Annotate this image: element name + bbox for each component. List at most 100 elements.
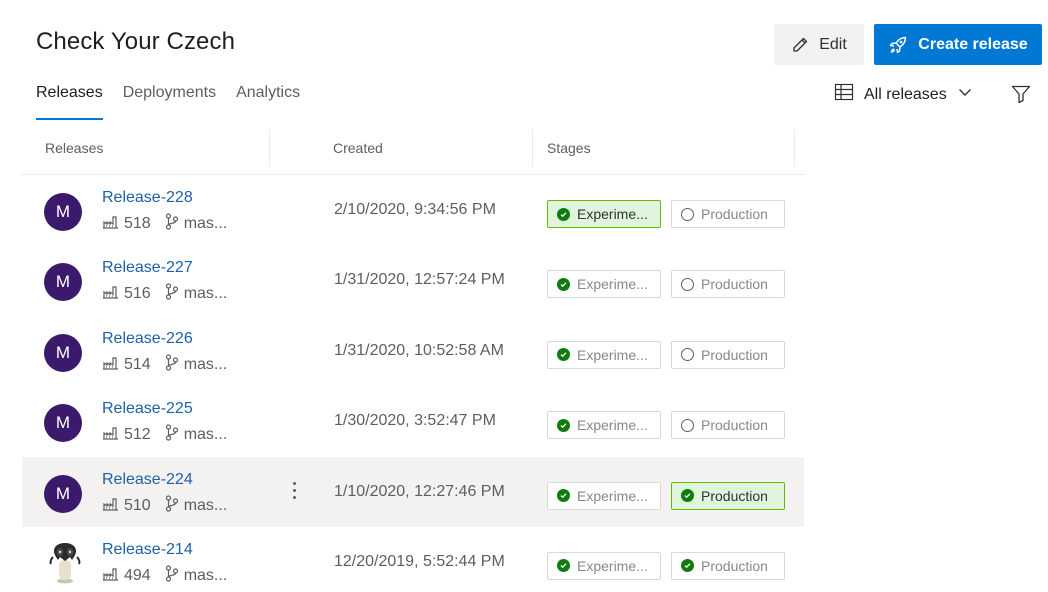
stage-label: Production [701, 206, 768, 222]
release-name-link[interactable]: Release-224 [102, 471, 193, 489]
user-avatar: M [44, 333, 82, 372]
stage-experiment[interactable]: Experime... [547, 481, 661, 510]
check-circle-icon [557, 348, 570, 362]
view-selector-label: All releases [864, 85, 947, 103]
stage-label: Experime... [577, 276, 648, 293]
release-meta: 494 mas... [102, 565, 227, 587]
stage-experiment[interactable]: Experime... [547, 551, 661, 580]
stage-experiment[interactable]: Experime... [547, 200, 661, 228]
chevron-down-icon [957, 84, 973, 105]
stage-label: Production [701, 346, 768, 363]
table-grid-icon [834, 82, 854, 107]
create-release-label: Create release [918, 35, 1028, 53]
release-name-link[interactable]: Release-226 [102, 330, 193, 348]
branch-name: mas... [183, 426, 228, 444]
build-number: 514 [124, 355, 151, 373]
tab-analytics[interactable]: Analytics [236, 84, 300, 120]
column-divider [269, 130, 270, 166]
edit-button[interactable]: Edit [774, 24, 864, 65]
branch-meta: mas... [165, 283, 227, 305]
branch-icon [165, 354, 179, 376]
branch-icon [165, 213, 179, 235]
stage-production[interactable]: Production [671, 411, 785, 440]
release-meta: 518 mas... [102, 213, 227, 235]
branch-name: mas... [183, 566, 228, 584]
branch-icon [165, 424, 179, 446]
table-row[interactable]: M Release-228 518 mas... 2/10/2020, 9:34… [22, 175, 804, 245]
release-name-link[interactable]: Release-214 [102, 541, 193, 559]
branch-name: mas... [183, 496, 228, 514]
branch-meta: mas... [165, 354, 228, 376]
stage-production[interactable]: Production [671, 270, 785, 299]
column-header-stages[interactable]: Stages [547, 140, 591, 156]
release-name-link[interactable]: Release-228 [102, 189, 193, 207]
build-meta: 514 [102, 355, 151, 375]
view-selector[interactable]: All releases [834, 82, 973, 107]
branch-meta: mas... [165, 424, 228, 446]
circle-outline-icon [681, 348, 694, 362]
branch-icon [165, 494, 179, 517]
build-icon [102, 284, 119, 304]
circle-outline-icon [681, 418, 694, 432]
create-release-button[interactable]: Create release [874, 24, 1042, 65]
check-circle-icon [557, 207, 570, 221]
table-row[interactable]: M Release-227 516 mas... 1/31/2020, 12:5… [22, 245, 804, 315]
table-row[interactable]: Release-214 494 mas... 12/20/2019, 5:52:… [22, 527, 804, 592]
release-name-link[interactable]: Release-227 [102, 259, 193, 277]
stage-production[interactable]: Production [671, 200, 785, 228]
stage-experiment[interactable]: Experime... [547, 411, 661, 440]
column-header-releases[interactable]: Releases [45, 140, 103, 156]
build-icon [102, 425, 119, 445]
releases-table: Releases Created Stages M Release-228 51… [22, 130, 804, 592]
stage-production[interactable]: Production [671, 340, 785, 369]
stage-experiment[interactable]: Experime... [547, 270, 661, 299]
column-header-created[interactable]: Created [333, 140, 383, 156]
check-circle-icon [557, 489, 570, 503]
stage-label: Production [701, 487, 768, 504]
created-date: 12/20/2019, 5:52:44 PM [334, 552, 505, 570]
stage-label: Production [701, 276, 768, 293]
build-meta: 512 [102, 425, 151, 445]
stage-label: Experime... [577, 487, 648, 504]
page-title: Check Your Czech [36, 28, 236, 55]
check-circle-icon [681, 559, 694, 573]
more-options-icon[interactable] [288, 479, 300, 503]
check-circle-icon [557, 277, 570, 291]
stage-experiment[interactable]: Experime... [547, 340, 661, 369]
created-date: 1/10/2020, 12:27:46 PM [334, 482, 505, 500]
release-meta: 512 mas... [102, 424, 227, 446]
table-row[interactable]: M Release-226 514 mas... 1/31/2020, 10:5… [22, 316, 804, 386]
filter-icon[interactable] [1010, 83, 1032, 110]
user-avatar-image [48, 541, 82, 585]
build-icon [102, 496, 119, 516]
tab-releases[interactable]: Releases [36, 84, 103, 120]
stage-label: Experime... [577, 417, 648, 434]
user-avatar: M [44, 474, 82, 513]
stage-label: Production [701, 417, 768, 434]
table-row[interactable]: M Release-224 510 mas... 1/10/2020, 12:2… [22, 456, 804, 527]
circle-outline-icon [681, 277, 694, 291]
branch-name: mas... [183, 355, 228, 373]
branch-meta: mas... [165, 565, 228, 587]
build-meta: 494 [102, 566, 151, 586]
table-header: Releases Created Stages [22, 130, 804, 175]
pencil-icon [791, 36, 809, 54]
build-number: 518 [124, 215, 151, 232]
branch-meta: mas... [165, 494, 228, 517]
build-meta: 510 [102, 496, 151, 516]
table-body: M Release-228 518 mas... 2/10/2020, 9:34… [22, 175, 804, 592]
table-row[interactable]: M Release-225 512 mas... 1/30/2020, 3:52… [22, 386, 804, 456]
build-number: 510 [124, 496, 151, 514]
branch-name: mas... [183, 215, 228, 232]
release-name-link[interactable]: Release-225 [102, 400, 193, 418]
user-avatar: M [44, 193, 82, 231]
branch-icon [165, 283, 179, 305]
created-date: 1/31/2020, 10:52:58 AM [334, 341, 504, 359]
tab-deployments[interactable]: Deployments [123, 84, 216, 120]
edit-button-label: Edit [819, 35, 847, 53]
build-number: 494 [124, 566, 151, 584]
build-number: 516 [124, 285, 151, 303]
stage-production[interactable]: Production [671, 481, 785, 510]
release-meta: 516 mas... [102, 283, 227, 305]
stage-production[interactable]: Production [671, 551, 785, 580]
